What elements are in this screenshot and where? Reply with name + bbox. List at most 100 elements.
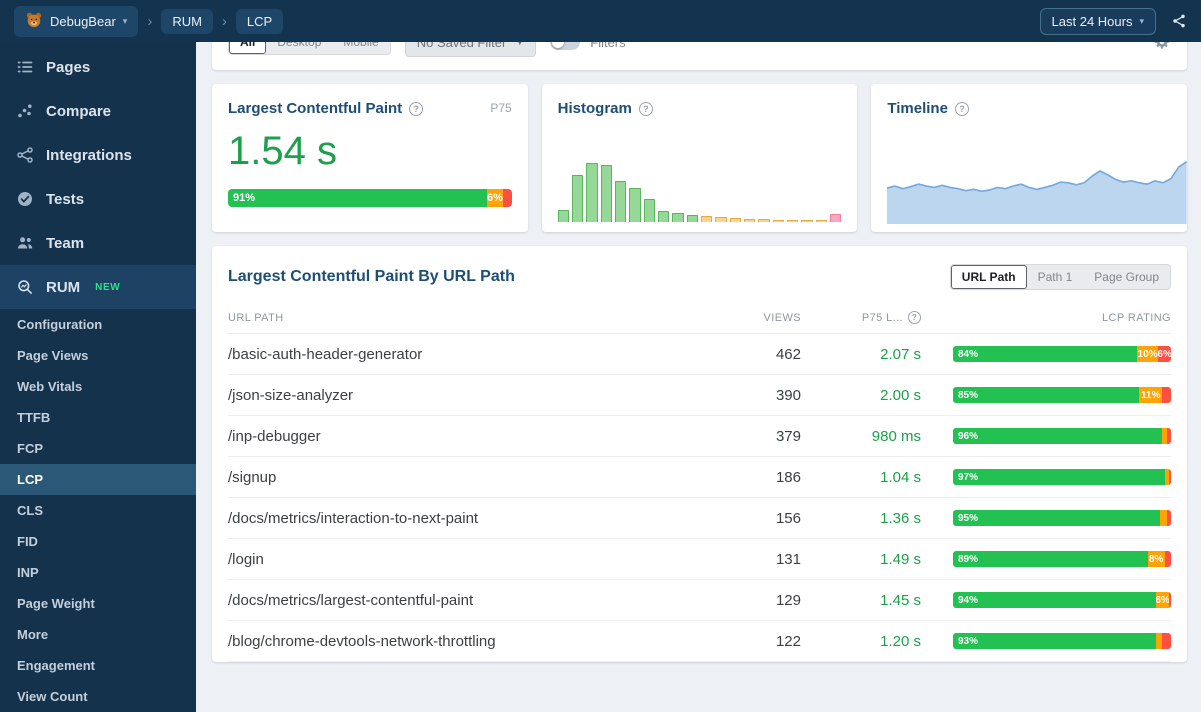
column-header-lcp-rating[interactable]: LCP RATING bbox=[921, 312, 1171, 324]
table-row[interactable]: /login 131 1.49 s 89% 8% bbox=[228, 539, 1171, 580]
lcp-rating-bar: 97% bbox=[953, 469, 1171, 485]
rating-segment-red: 6% bbox=[1158, 346, 1171, 362]
time-range-select[interactable]: Last 24 Hours ▾ bbox=[1039, 7, 1156, 35]
rating-segment-red bbox=[503, 189, 512, 207]
histogram-bar bbox=[700, 215, 713, 222]
histogram-bar bbox=[572, 175, 584, 222]
views-cell: 122 bbox=[775, 632, 801, 650]
url-path-cell: /docs/metrics/interaction-to-next-paint bbox=[228, 509, 479, 527]
main-content: All Desktop Mobile No Saved Filter ▼ Filte… bbox=[196, 0, 1201, 662]
rating-segment-green: 95% bbox=[953, 510, 1161, 526]
p75-lcp-cell: 1.49 s bbox=[880, 550, 921, 568]
rating-segment-red bbox=[1162, 387, 1171, 403]
sidebar-subitem-lcp[interactable]: LCP bbox=[0, 464, 196, 495]
people-icon bbox=[17, 235, 33, 251]
chevron-down-icon: ▾ bbox=[122, 15, 128, 26]
table-row[interactable]: /basic-auth-header-generator 462 2.07 s 84%… bbox=[228, 334, 1171, 375]
p75-lcp-cell: 2.07 s bbox=[880, 345, 921, 363]
url-path-cell: /login bbox=[228, 550, 264, 568]
sidebar-item-integrations[interactable]: Integrations bbox=[0, 133, 196, 177]
sidebar-item-compare[interactable]: Compare bbox=[0, 89, 196, 133]
grouping-tab-page-group[interactable]: Page Group bbox=[1083, 265, 1170, 289]
column-header-p75[interactable]: P75 L... ? bbox=[801, 311, 921, 324]
sidebar-item-label: Compare bbox=[46, 102, 112, 120]
sidebar-subitem-page-views[interactable]: Page Views bbox=[0, 340, 196, 371]
table-row[interactable]: /json-size-analyzer 390 2.00 s 85% 11% bbox=[228, 375, 1171, 416]
views-cell: 129 bbox=[775, 591, 801, 609]
lcp-rating-bar: 96% bbox=[953, 428, 1171, 444]
table-row[interactable]: /docs/metrics/interaction-to-next-paint 1… bbox=[228, 498, 1171, 539]
sidebar-subitem-configuration[interactable]: Configuration bbox=[0, 309, 196, 340]
url-path-cell: /basic-auth-header-generator bbox=[228, 345, 423, 363]
column-header-url-path[interactable]: URL PATH bbox=[228, 312, 721, 324]
rating-segment-green: 93% bbox=[953, 633, 1157, 649]
brand-name: DebugBear bbox=[50, 13, 116, 29]
rating-segment-orange: 8% bbox=[1147, 551, 1165, 567]
breadcrumb-lcp[interactable]: LCP bbox=[235, 8, 284, 34]
rating-segment-red bbox=[1168, 592, 1171, 608]
sidebar-subitem-fcp[interactable]: FCP bbox=[0, 433, 196, 464]
sidebar-item-label: Team bbox=[46, 234, 85, 252]
sidebar-subitem-fid[interactable]: FID bbox=[0, 526, 196, 557]
table-title: Largest Contentful Paint By URL Path bbox=[228, 268, 515, 285]
rating-segment-red bbox=[1162, 633, 1171, 649]
sidebar: Pages Compare Integrations Tests Team RUM NEW … bbox=[0, 42, 196, 712]
sidebar-item-label: Integrations bbox=[46, 146, 132, 164]
table-row[interactable]: /blog/chrome-devtools-network-throttling… bbox=[228, 621, 1171, 662]
rating-segment-green: 91% bbox=[228, 189, 487, 207]
column-header-views[interactable]: VIEWS bbox=[721, 312, 801, 324]
rating-segment-red bbox=[1168, 469, 1171, 485]
help-icon[interactable]: ? bbox=[638, 101, 653, 116]
timeline-chart bbox=[887, 161, 1188, 224]
url-path-cell: /docs/metrics/largest-contentful-paint bbox=[228, 591, 474, 609]
p75-lcp-cell: 980 ms bbox=[871, 427, 921, 445]
histogram-bar bbox=[643, 198, 655, 222]
sidebar-subitem-more[interactable]: More bbox=[0, 619, 196, 650]
histogram-card: Histogram ? bbox=[541, 84, 858, 232]
timeline-card: Timeline ? bbox=[871, 84, 1188, 232]
sidebar-item-label: RUM bbox=[46, 278, 81, 296]
rating-segment-green: 97% bbox=[953, 469, 1165, 485]
views-cell: 131 bbox=[775, 550, 801, 568]
rating-segment-red bbox=[1166, 510, 1171, 526]
lcp-rating-cell: 84% 10% 6% bbox=[921, 346, 1171, 362]
sidebar-subitem-cls[interactable]: CLS bbox=[0, 495, 196, 526]
table-body: /basic-auth-header-generator 462 2.07 s 84%… bbox=[228, 334, 1171, 662]
url-path-cell: /signup bbox=[228, 468, 277, 486]
breadcrumb-rum[interactable]: RUM bbox=[161, 8, 213, 34]
nodes-icon bbox=[17, 147, 33, 163]
table-row[interactable]: /inp-debugger 379 980 ms 96% bbox=[228, 416, 1171, 457]
chevron-down-icon: ▾ bbox=[1139, 15, 1144, 26]
sidebar-item-team[interactable]: Team bbox=[0, 221, 196, 265]
views-cell: 462 bbox=[775, 345, 801, 363]
brand-menu[interactable]: DebugBear ▾ bbox=[14, 5, 139, 37]
help-icon[interactable]: ? bbox=[908, 311, 921, 324]
sidebar-subitem-ttfb[interactable]: TTFB bbox=[0, 402, 196, 433]
sidebar-item-rum[interactable]: RUM NEW bbox=[0, 265, 196, 309]
views-cell: 390 bbox=[775, 386, 801, 404]
sidebar-item-pages[interactable]: Pages bbox=[0, 45, 196, 89]
p75-lcp-cell: 1.36 s bbox=[880, 509, 921, 527]
grouping-tab-path-1[interactable]: Path 1 bbox=[1027, 265, 1084, 289]
help-icon[interactable]: ? bbox=[409, 101, 424, 116]
sidebar-subitem-inp[interactable]: INP bbox=[0, 557, 196, 588]
table-row[interactable]: /signup 186 1.04 s 97% bbox=[228, 457, 1171, 498]
table-row[interactable]: /docs/metrics/largest-contentful-paint 12… bbox=[228, 580, 1171, 621]
help-icon[interactable]: ? bbox=[954, 101, 969, 116]
rating-segment-green: 94% bbox=[953, 592, 1157, 608]
rating-segment-red bbox=[1166, 428, 1171, 444]
magnifier-chart-icon bbox=[17, 279, 33, 295]
rating-segment-orange: 6% bbox=[486, 189, 504, 207]
sidebar-subitem-page-weight[interactable]: Page Weight bbox=[0, 588, 196, 619]
sidebar-item-tests[interactable]: Tests bbox=[0, 177, 196, 221]
sidebar-item-label: Pages bbox=[46, 58, 91, 76]
share-icon[interactable] bbox=[1171, 13, 1187, 29]
grouping-tab-url-path[interactable]: URL Path bbox=[950, 265, 1027, 289]
sidebar-subitem-engagement[interactable]: Engagement bbox=[0, 650, 196, 681]
sidebar-subitem-view-count[interactable]: View Count bbox=[0, 681, 196, 712]
rating-segment-green: 96% bbox=[953, 428, 1163, 444]
card-title: Largest Contentful Paint ? bbox=[228, 100, 512, 117]
lcp-rating-bar: 95% bbox=[953, 510, 1171, 526]
lcp-rating-bar: 91% 6% bbox=[228, 189, 512, 207]
sidebar-subitem-web-vitals[interactable]: Web Vitals bbox=[0, 371, 196, 402]
